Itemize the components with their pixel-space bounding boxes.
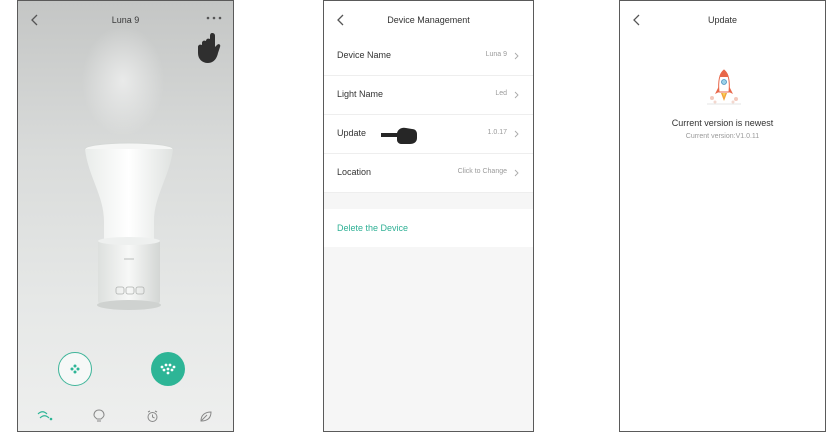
- mist-mode-icon: [70, 364, 80, 374]
- row-value: Luna 9: [485, 51, 507, 58]
- mist-power-button[interactable]: [151, 352, 185, 386]
- mist-wave-icon: [37, 411, 53, 421]
- hand-pointer-icon: [198, 33, 221, 63]
- current-version: Current version:V1.0.11: [685, 133, 760, 140]
- page-title: Device Management: [387, 15, 470, 25]
- row-value: Click to Change: [457, 168, 507, 175]
- location-row[interactable]: Location Click to Change: [324, 154, 533, 193]
- chevron-right-icon: [514, 91, 519, 99]
- mist-plume: [78, 21, 168, 141]
- more-dots-icon[interactable]: [205, 13, 223, 23]
- update-status: Current version is newest: [671, 118, 774, 128]
- leaf-icon: [200, 410, 212, 422]
- update-row[interactable]: Update 1.0.17: [324, 115, 533, 154]
- device-control-screen: Luna 9: [17, 0, 234, 432]
- lightbulb-icon: [93, 409, 105, 422]
- row-label: Update: [337, 128, 367, 138]
- mist-mode-button[interactable]: [58, 352, 92, 386]
- delete-device-button[interactable]: Delete the Device: [324, 209, 533, 247]
- row-label: Location: [337, 167, 372, 177]
- chevron-right-icon: [514, 169, 519, 177]
- mist-power-icon: [160, 363, 176, 375]
- hand-pointer-icon: [381, 127, 417, 144]
- delete-device-label: Delete the Device: [337, 223, 409, 233]
- row-label: Light Name: [337, 89, 384, 99]
- row-value: 1.0.17: [487, 129, 507, 136]
- bottom-nav: [18, 401, 233, 431]
- nav-timer[interactable]: [141, 407, 163, 425]
- device-management-screen: Device Management Device Name Luna 9 Lig…: [323, 0, 534, 432]
- chevron-right-icon: [514, 130, 519, 138]
- row-label: Device Name: [337, 50, 392, 60]
- diffuser-image: [84, 142, 174, 310]
- settings-list: Device Name Luna 9 Light Name Led Update…: [324, 37, 533, 193]
- update-screen: Update Current version is newest Current…: [619, 0, 826, 432]
- rocket-icon: [707, 69, 741, 105]
- alarm-clock-icon: [147, 410, 158, 422]
- device-name-row[interactable]: Device Name Luna 9: [324, 37, 533, 76]
- light-name-row[interactable]: Light Name Led: [324, 76, 533, 115]
- nav-light[interactable]: [88, 407, 110, 425]
- chevron-right-icon: [514, 52, 519, 60]
- row-value: Led: [495, 90, 507, 97]
- page-title: Update: [707, 15, 738, 25]
- nav-mist[interactable]: [34, 407, 56, 425]
- nav-scene[interactable]: [195, 407, 217, 425]
- page-title: Luna 9: [111, 15, 140, 25]
